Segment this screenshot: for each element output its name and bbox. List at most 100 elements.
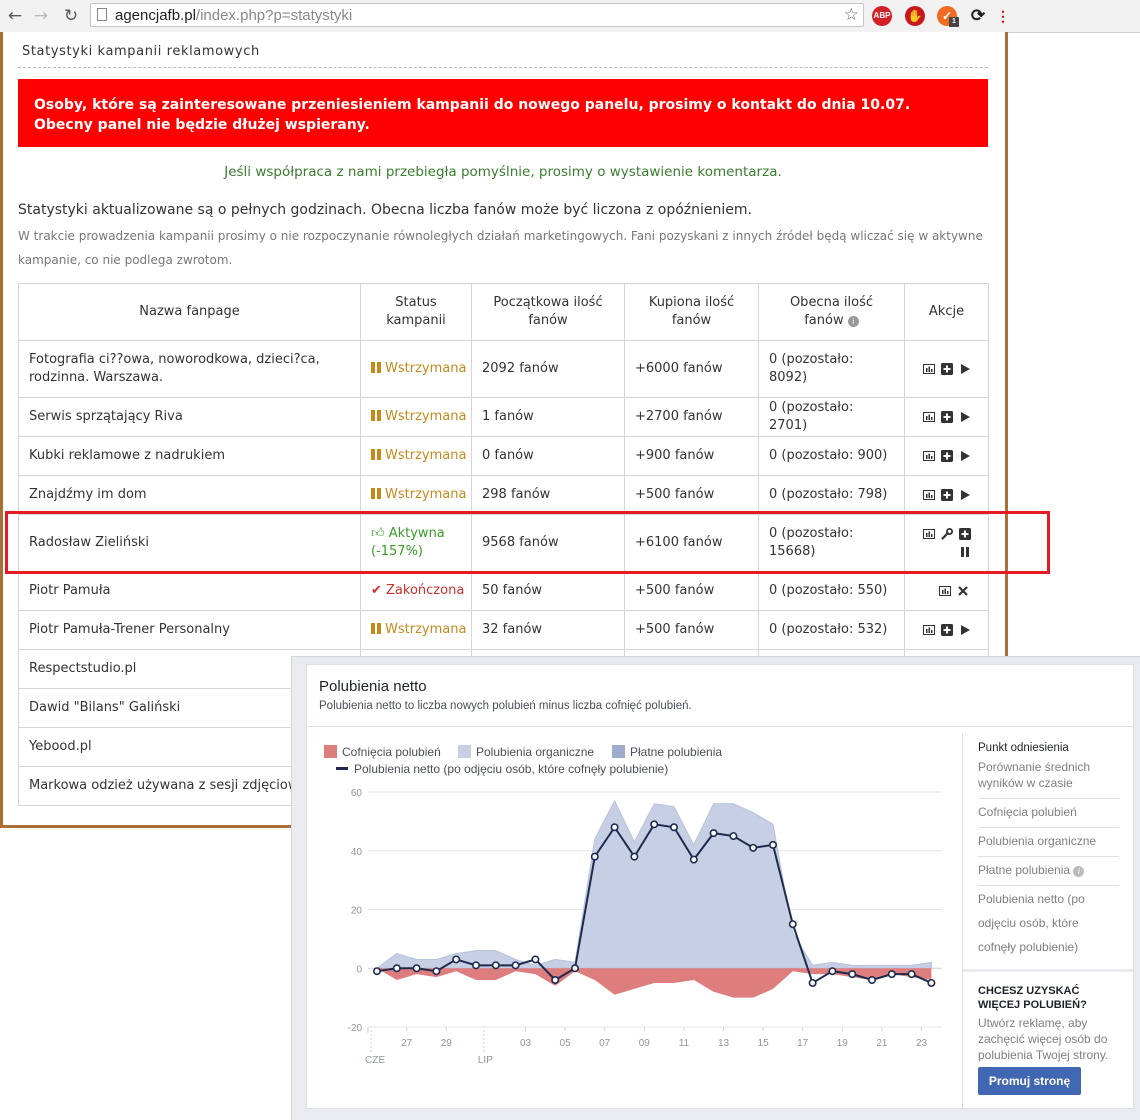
check-icon: ✔: [371, 583, 387, 598]
back-icon[interactable]: ←: [4, 5, 26, 27]
pause-icon: [371, 448, 381, 460]
chart-subtitle: Polubienia netto to liczba nowych polubi…: [319, 700, 692, 712]
promote-page-button[interactable]: Promuj stronę: [978, 1067, 1081, 1095]
stats-icon[interactable]: [922, 624, 935, 636]
card-divider: [307, 726, 1133, 727]
info-icon[interactable]: i: [847, 316, 859, 327]
row-actions: [904, 610, 989, 650]
stats-icon[interactable]: [922, 363, 935, 375]
browser-toolbar: ← → ↻ agencjafb.pl/index.php?p=statystyk…: [0, 0, 1140, 33]
table-row: Piotr Pamuła-Trener Personalny Wstrzyman…: [18, 610, 989, 650]
adblock-icon[interactable]: ABP: [872, 6, 892, 26]
play-icon[interactable]: [959, 450, 971, 462]
legend-net[interactable]: Polubienia netto (po odjęciu osób, które…: [336, 762, 668, 776]
bought-fans: +500 fanów: [624, 475, 759, 515]
benchmark-organic[interactable]: Polubienia organiczne: [978, 829, 1118, 853]
col-status: Status kampanii: [360, 283, 472, 341]
legend-organic[interactable]: Polubienia organiczne: [458, 745, 594, 759]
fanpage-name[interactable]: Znajdźmy im dom: [18, 475, 361, 515]
info-main: Statystyki aktualizowane są o pełnych go…: [18, 202, 752, 218]
stats-icon[interactable]: [938, 585, 951, 597]
fanpage-name[interactable]: Serwis sprzątający Riva: [18, 397, 361, 437]
bookmark-star-icon[interactable]: ☆: [844, 5, 859, 25]
stats-icon[interactable]: [922, 450, 935, 462]
benchmark-unlikes[interactable]: Cofnięcia polubień: [978, 800, 1118, 824]
highlight-box: [5, 511, 1050, 574]
legend-swatch-unlikes: [324, 745, 337, 758]
delete-icon[interactable]: [957, 585, 969, 597]
extension-badge: 1: [949, 17, 959, 27]
row-actions: [904, 397, 989, 437]
page-title: Statystyki kampanii reklamowych: [22, 44, 260, 59]
legend-unlikes[interactable]: Cofnięcia polubień: [324, 745, 441, 759]
initial-fans: 2092 fanów: [471, 340, 625, 398]
play-icon[interactable]: [959, 363, 971, 375]
play-icon[interactable]: [959, 411, 971, 423]
sync-icon[interactable]: ⟳: [968, 6, 988, 26]
menu-icon[interactable]: ⋮: [996, 6, 1010, 26]
current-fans: 0 (pozostało: 900): [758, 436, 905, 476]
reload-icon[interactable]: ↻: [60, 5, 82, 27]
stats-icon[interactable]: [922, 489, 935, 501]
current-fans: 0 (pozostało: 8092): [758, 340, 905, 398]
add-icon[interactable]: [940, 623, 953, 636]
bought-fans: +500 fanów: [624, 610, 759, 650]
col-current: Obecna ilość fanów i: [758, 283, 905, 341]
initial-fans: 1 fanów: [471, 397, 625, 437]
page-icon: [97, 8, 107, 21]
fanpage-name[interactable]: Fotografia ci??owa, noworodkowa, dzieci?…: [18, 340, 361, 398]
status-badge: Wstrzymana: [360, 397, 472, 437]
ublock-icon[interactable]: ✋: [905, 6, 925, 26]
side-divider: [978, 827, 1119, 828]
add-icon[interactable]: [940, 362, 953, 375]
row-actions: [904, 571, 989, 611]
current-fans: 0 (pozostało: 550): [758, 571, 905, 611]
current-fans: 0 (pozostało: 2701): [758, 397, 905, 437]
side-divider: [978, 885, 1119, 886]
initial-fans: 50 fanów: [471, 571, 625, 611]
pause-icon: [371, 361, 381, 373]
pause-icon: [371, 409, 381, 421]
status-badge: Wstrzymana: [360, 436, 472, 476]
promo-heading: CHCESZ UZYSKAĆ WIĘCEJ POLUBIEŃ?: [978, 985, 1087, 1011]
pause-icon: [371, 622, 381, 634]
table-row: Znajdźmy im dom Wstrzymana 298 fanów +50…: [18, 475, 989, 515]
alert-banner: Osoby, które są zainteresowane przeniesi…: [18, 79, 988, 147]
fanpage-name[interactable]: Piotr Pamuła: [18, 571, 361, 611]
benchmark-net[interactable]: Polubienia netto (po odjęciu osób, które…: [978, 887, 1118, 959]
info-sub: W trakcie prowadzenia kampanii prosimy o…: [18, 229, 983, 267]
table-row: Piotr Pamuła ✔ Zakończona 50 fanów +500 …: [18, 571, 989, 611]
initial-fans: 298 fanów: [471, 475, 625, 515]
add-icon[interactable]: [940, 449, 953, 462]
table-row: Fotografia ci??owa, noworodkowa, dzieci?…: [18, 340, 989, 398]
initial-fans: 32 fanów: [471, 610, 625, 650]
benchmark-paid[interactable]: Płatne polubienia i: [978, 858, 1118, 882]
comment-request[interactable]: Jeśli współpraca z nami przebiegła pomyś…: [18, 164, 988, 180]
row-actions: [904, 475, 989, 515]
benchmark-compare[interactable]: Porównanie średnich wyników w czasie: [978, 759, 1118, 791]
add-icon[interactable]: [940, 488, 953, 501]
bought-fans: +2700 fanów: [624, 397, 759, 437]
table-row: Kubki reklamowe z nadrukiem Wstrzymana 0…: [18, 436, 989, 476]
legend-swatch-paid: [612, 745, 625, 758]
add-icon[interactable]: [940, 410, 953, 423]
play-icon[interactable]: [959, 624, 971, 636]
table-row: Serwis sprzątający Riva Wstrzymana 1 fan…: [18, 397, 989, 437]
row-actions: [904, 436, 989, 476]
address-bar[interactable]: agencjafb.pl/index.php?p=statystyki ☆: [90, 3, 864, 27]
info-icon[interactable]: i: [1073, 866, 1085, 877]
status-badge: Wstrzymana: [360, 475, 472, 515]
stats-icon[interactable]: [922, 411, 935, 423]
status-badge: ✔ Zakończona: [360, 571, 472, 611]
bought-fans: +6000 fanów: [624, 340, 759, 398]
fanpage-name[interactable]: Piotr Pamuła-Trener Personalny: [18, 610, 361, 650]
benchmark-heading: Punkt odniesienia: [978, 742, 1069, 754]
play-icon[interactable]: [959, 489, 971, 501]
row-actions: [904, 340, 989, 398]
forward-icon[interactable]: →: [30, 5, 52, 27]
col-actions: Akcje: [904, 283, 989, 341]
legend-paid[interactable]: Płatne polubienia: [612, 745, 722, 759]
legend-swatch-net: [336, 767, 348, 770]
table-header: Nazwa fanpage Status kampanii Początkowa …: [18, 283, 989, 341]
fanpage-name[interactable]: Kubki reklamowe z nadrukiem: [18, 436, 361, 476]
